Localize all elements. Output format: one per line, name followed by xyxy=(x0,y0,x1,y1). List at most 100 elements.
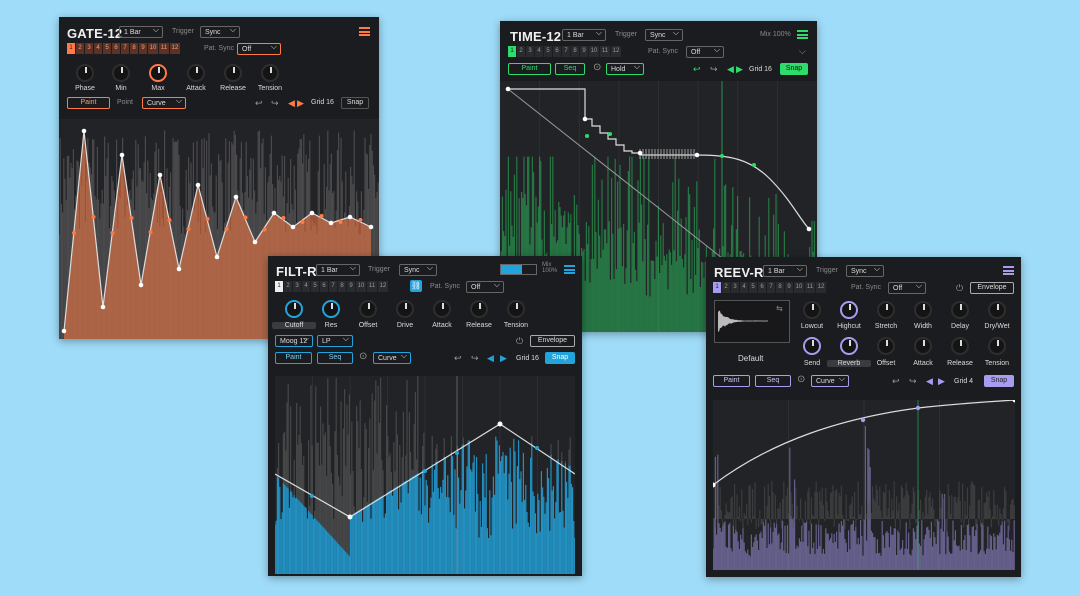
time-menu-icon[interactable] xyxy=(797,30,808,39)
grid-prev-icon[interactable]: ◀ xyxy=(288,98,295,108)
filt-step[interactable]: 12 xyxy=(378,281,389,292)
filt-tension-knob[interactable] xyxy=(507,300,525,318)
reev-step[interactable]: 5 xyxy=(749,282,758,293)
gate-release-knob[interactable] xyxy=(224,64,242,82)
gate-tension-knob[interactable] xyxy=(261,64,279,82)
reev-step[interactable]: 1 xyxy=(713,282,722,293)
filt-type-dropdown[interactable]: LP xyxy=(317,334,353,347)
filt-step[interactable]: 10 xyxy=(356,281,367,292)
reev-menu-icon[interactable] xyxy=(1003,266,1014,275)
gate-step[interactable]: 11 xyxy=(159,43,170,54)
redo-icon[interactable]: ↪ xyxy=(471,353,479,363)
gate-step[interactable]: 5 xyxy=(103,43,112,54)
time-step[interactable]: 5 xyxy=(544,46,553,57)
filt-snap-button[interactable]: Snap xyxy=(545,352,575,364)
time-step[interactable]: 9 xyxy=(580,46,589,57)
redo-icon[interactable]: ↪ xyxy=(909,376,917,386)
reev-seq-button[interactable]: Seq xyxy=(755,375,791,387)
gate-length-dropdown[interactable]: 1 Bar xyxy=(119,25,163,38)
reev-paint-button[interactable]: Paint xyxy=(713,375,750,387)
gate-step[interactable]: 9 xyxy=(139,43,148,54)
filt-step[interactable]: 2 xyxy=(284,281,293,292)
time-paint-button[interactable]: Paint xyxy=(508,63,551,75)
time-step[interactable]: 6 xyxy=(553,46,562,57)
redo-icon[interactable]: ↪ xyxy=(710,64,718,74)
grid-next-icon[interactable]: ▶ xyxy=(297,98,304,108)
reev-highcut-knob[interactable] xyxy=(840,301,858,319)
reev-step[interactable]: 2 xyxy=(722,282,731,293)
time-step[interactable]: 4 xyxy=(535,46,544,57)
gate-min-knob[interactable] xyxy=(112,64,130,82)
filt-seq-button[interactable]: Seq xyxy=(317,352,353,364)
gate-max-knob[interactable] xyxy=(149,64,167,82)
filt-step[interactable]: 4 xyxy=(302,281,311,292)
filt-step[interactable]: 7 xyxy=(329,281,338,292)
reev-ir-display[interactable]: ⇆ xyxy=(714,300,790,343)
power-icon[interactable]: ⏻ xyxy=(956,283,963,293)
link-icon[interactable]: ⛓ xyxy=(410,280,422,292)
filt-envelope-graph[interactable] xyxy=(275,376,575,574)
swap-icon[interactable]: ⇆ xyxy=(776,304,783,313)
filt-step[interactable]: 3 xyxy=(293,281,302,292)
grid-prev-icon[interactable]: ◀ xyxy=(727,64,734,74)
reev-attack-knob[interactable] xyxy=(914,337,932,355)
undo-icon[interactable]: ↩ xyxy=(255,98,263,108)
reev-length-dropdown[interactable]: 1 Bar xyxy=(763,264,807,277)
circle-icon[interactable]: ⊙ xyxy=(359,352,367,362)
reev-step[interactable]: 7 xyxy=(767,282,776,293)
reev-step[interactable]: 4 xyxy=(740,282,749,293)
gate-step[interactable]: 4 xyxy=(94,43,103,54)
filt-mix-slider[interactable] xyxy=(500,264,537,275)
gate-step[interactable]: 2 xyxy=(76,43,85,54)
reev-lowcut-knob[interactable] xyxy=(803,301,821,319)
reev-send-knob[interactable] xyxy=(803,337,821,355)
time-step[interactable]: 3 xyxy=(526,46,535,57)
gate-menu-icon[interactable] xyxy=(359,27,370,36)
reev-step[interactable]: 3 xyxy=(731,282,740,293)
filt-attack-knob[interactable] xyxy=(433,300,451,318)
gate-step[interactable]: 8 xyxy=(130,43,139,54)
filt-menu-icon[interactable] xyxy=(564,265,575,274)
filt-pat-sync-dropdown[interactable]: Off xyxy=(466,280,504,293)
time-length-dropdown[interactable]: 1 Bar xyxy=(562,28,606,41)
reev-trigger-dropdown[interactable]: Sync xyxy=(846,264,884,277)
reev-envelope-graph[interactable] xyxy=(713,400,1015,570)
time-mode-dropdown[interactable]: Hold xyxy=(606,62,644,75)
time-snap-button[interactable]: Snap xyxy=(780,63,808,75)
reev-drywet-knob[interactable] xyxy=(988,301,1006,319)
gate-step[interactable]: 10 xyxy=(148,43,159,54)
gate-trigger-dropdown[interactable]: Sync xyxy=(200,25,240,38)
power-icon[interactable]: ⏻ xyxy=(516,336,523,346)
filt-step[interactable]: 6 xyxy=(320,281,329,292)
reev-pat-sync-dropdown[interactable]: Off xyxy=(888,281,926,294)
reev-snap-button[interactable]: Snap xyxy=(984,375,1014,387)
time-step[interactable]: 11 xyxy=(600,46,611,57)
time-step[interactable]: 12 xyxy=(611,46,622,57)
gate-step[interactable]: 3 xyxy=(85,43,94,54)
gate-paint-button[interactable]: Paint xyxy=(67,97,110,109)
filt-length-dropdown[interactable]: 1 Bar xyxy=(316,263,360,276)
reev-step[interactable]: 10 xyxy=(794,282,805,293)
filt-model-dropdown[interactable]: Moog 12 xyxy=(275,334,313,347)
filt-step[interactable]: 11 xyxy=(367,281,378,292)
time-trigger-dropdown[interactable]: Sync xyxy=(645,28,683,41)
reev-width-knob[interactable] xyxy=(914,301,932,319)
reev-mode-dropdown[interactable]: Curve xyxy=(811,374,849,387)
grid-next-icon[interactable]: ▶ xyxy=(500,353,507,363)
filt-step[interactable]: 8 xyxy=(338,281,347,292)
reev-envelope-button[interactable]: Envelope xyxy=(970,282,1014,294)
filt-cutoff-knob[interactable] xyxy=(285,300,303,318)
filt-offset-knob[interactable] xyxy=(359,300,377,318)
reev-stretch-knob[interactable] xyxy=(877,301,895,319)
filt-mode-dropdown[interactable]: Curve xyxy=(373,351,411,364)
filt-release-knob[interactable] xyxy=(470,300,488,318)
filt-paint-button[interactable]: Paint xyxy=(275,352,312,364)
reev-offset-knob[interactable] xyxy=(877,337,895,355)
time-step[interactable]: 10 xyxy=(589,46,600,57)
circle-icon[interactable]: ⊙ xyxy=(797,375,805,385)
filt-envelope-button[interactable]: Envelope xyxy=(530,335,575,347)
grid-next-icon[interactable]: ▶ xyxy=(938,376,945,386)
gate-step[interactable]: 12 xyxy=(170,43,181,54)
gate-pat-sync-dropdown[interactable]: Off xyxy=(237,42,281,55)
reev-step[interactable]: 6 xyxy=(758,282,767,293)
